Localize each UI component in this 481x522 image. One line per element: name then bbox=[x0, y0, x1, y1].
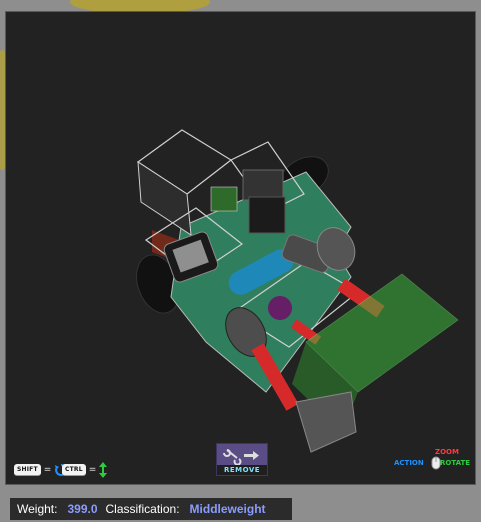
rotate-label: ROTATE bbox=[440, 459, 471, 467]
wrench-arrow-icon bbox=[223, 449, 259, 466]
zoom-label: ZOOM bbox=[435, 448, 459, 456]
ctrl-move-hint: CTRL = bbox=[62, 462, 108, 478]
weight-label: Weight: bbox=[17, 502, 58, 516]
ctrl-equals: = bbox=[88, 465, 97, 475]
remove-label: REMOVE bbox=[217, 465, 267, 475]
remove-button[interactable]: REMOVE bbox=[216, 443, 268, 476]
shift-key-icon: SHIFT bbox=[14, 464, 41, 476]
weight-value: 399.0 bbox=[67, 502, 98, 516]
shift-rotate-hint: SHIFT = bbox=[14, 462, 68, 478]
status-bar: Weight: 399.0 Classification: Middleweig… bbox=[10, 498, 292, 520]
robot-3d-viewport[interactable]: SHIFT = CTRL = REMOVE ZOOM ACTION ROTATE bbox=[5, 11, 476, 485]
classification-label: Classification: bbox=[105, 502, 180, 516]
classification-value: Middleweight bbox=[189, 502, 266, 516]
shift-equals: = bbox=[43, 465, 52, 475]
vertical-arrow-icon bbox=[99, 462, 108, 478]
action-label: ACTION bbox=[394, 459, 424, 467]
mouse-controls-legend: ZOOM ACTION ROTATE bbox=[394, 448, 474, 476]
robot-model[interactable] bbox=[6, 12, 476, 485]
ctrl-key-icon: CTRL bbox=[62, 464, 86, 476]
